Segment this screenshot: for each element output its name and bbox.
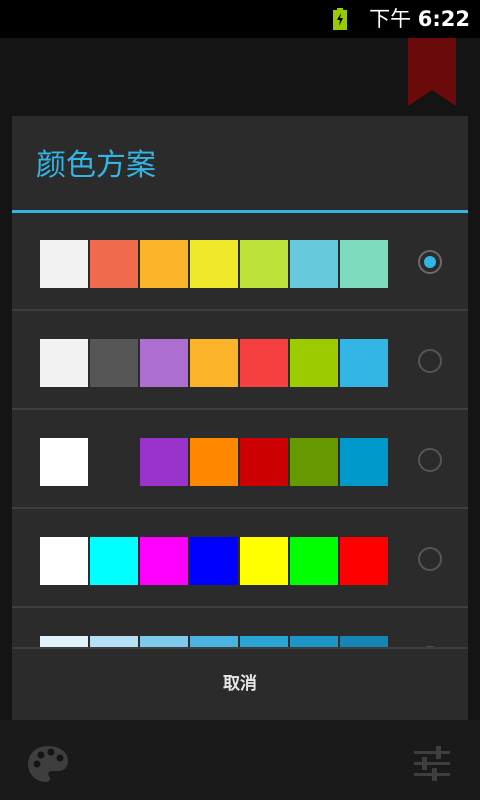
color-swatch [290,240,338,288]
color-swatch [40,438,88,486]
color-swatch [40,339,88,387]
scheme-radio-button[interactable] [418,250,442,274]
color-swatch [90,636,138,647]
palette-icon[interactable] [26,744,70,784]
cancel-button[interactable]: 取消 [12,649,468,720]
color-swatch [340,339,388,387]
color-swatch [140,240,188,288]
color-swatch [340,240,388,288]
color-swatch [190,438,238,486]
color-swatch [340,438,388,486]
color-swatch [190,537,238,585]
color-scheme-row[interactable] [12,312,468,410]
time-prefix: 下午 [369,7,412,31]
bottom-bar [0,720,480,800]
color-swatch [90,537,138,585]
dialog-title: 颜色方案 [36,148,156,183]
battery-icon [333,8,347,30]
color-swatch [190,636,238,647]
bookmark-icon[interactable] [408,38,456,106]
time-value: 6:22 [417,7,470,31]
color-swatch [290,339,338,387]
color-swatch [140,438,188,486]
scheme-list[interactable] [12,213,468,647]
color-swatch [90,240,138,288]
color-swatch [40,240,88,288]
color-swatch [340,537,388,585]
color-swatch [290,636,338,647]
color-swatch [240,636,288,647]
color-swatch [140,339,188,387]
color-swatch [240,537,288,585]
color-swatch [40,537,88,585]
color-swatch [290,537,338,585]
status-time: 下午 6:22 [369,4,470,34]
color-scheme-row[interactable] [12,510,468,608]
color-swatch [140,537,188,585]
color-swatch [140,636,188,647]
sliders-icon[interactable] [412,744,452,784]
color-swatch [90,339,138,387]
color-scheme-row[interactable] [12,411,468,509]
scheme-radio-button[interactable] [418,349,442,373]
color-swatch [40,636,88,647]
color-swatch [190,240,238,288]
scheme-radio-button[interactable] [418,448,442,472]
color-scheme-row[interactable] [12,609,468,647]
color-swatch [190,339,238,387]
color-swatch [90,438,138,486]
color-swatch [340,636,388,647]
color-scheme-row[interactable] [12,213,468,311]
color-swatch [240,339,288,387]
status-bar: 下午 6:22 [0,0,480,38]
color-swatch [240,240,288,288]
scheme-radio-button[interactable] [418,547,442,571]
color-swatch [240,438,288,486]
color-scheme-dialog: 颜色方案 取消 [12,116,468,720]
color-swatch [290,438,338,486]
